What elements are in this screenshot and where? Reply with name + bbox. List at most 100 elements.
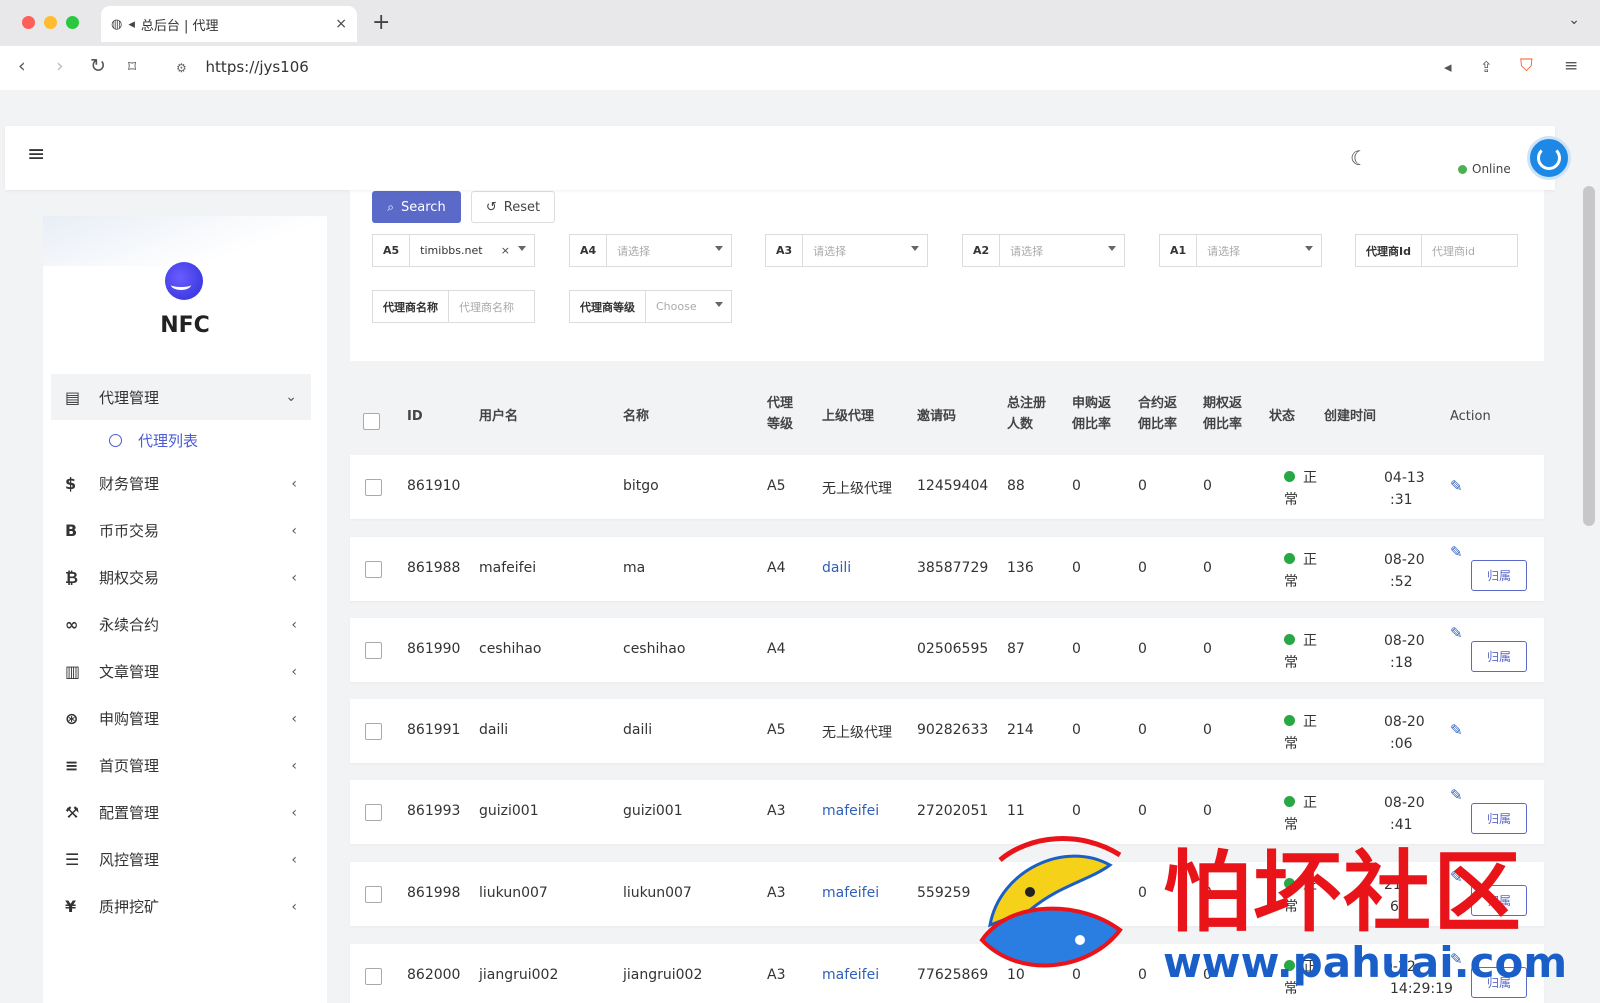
- assign-button[interactable]: 归属: [1471, 803, 1527, 834]
- filter-agent-name-input[interactable]: 代理商名称: [449, 291, 534, 322]
- sidebar-item-1[interactable]: $ 财务管理 ‹: [51, 460, 311, 507]
- maximize-window-button[interactable]: [66, 16, 79, 29]
- col-name[interactable]: 名称: [623, 406, 649, 427]
- cell-parent[interactable]: mafeifei: [822, 885, 879, 901]
- sidebar-item-9[interactable]: ☰ 风控管理 ‹: [51, 836, 311, 883]
- select-all-checkbox[interactable]: [363, 413, 380, 430]
- page-scrollbar[interactable]: [1583, 186, 1595, 526]
- cell-parent[interactable]: mafeifei: [822, 967, 879, 983]
- caret-down-icon[interactable]: [1305, 246, 1313, 251]
- col-level[interactable]: 代理 等级: [767, 393, 793, 435]
- back-icon[interactable]: ‹: [18, 55, 26, 77]
- forward-icon[interactable]: ›: [56, 55, 64, 77]
- assign-button[interactable]: 归属: [1471, 641, 1527, 672]
- menu-icon[interactable]: ≡: [1564, 56, 1578, 76]
- site-settings-icon[interactable]: ⚙: [176, 61, 187, 75]
- caret-down-icon[interactable]: [715, 246, 723, 251]
- sidebar-item-4[interactable]: ∞ 永续合约 ‹: [51, 601, 311, 648]
- filter-agent-level[interactable]: 代理商等级 Choose: [569, 290, 732, 323]
- close-window-button[interactable]: [22, 16, 35, 29]
- filter-a4[interactable]: A4 请选择: [569, 234, 732, 267]
- brand-name: NFC: [160, 313, 210, 338]
- row-checkbox[interactable]: [365, 642, 382, 659]
- status-text-2: 常: [1284, 817, 1298, 833]
- new-tab-button[interactable]: +: [372, 10, 390, 35]
- col-created[interactable]: 创建时间: [1324, 406, 1376, 427]
- row-checkbox[interactable]: [365, 561, 382, 578]
- edit-icon[interactable]: ✎: [1450, 477, 1463, 495]
- status-text-1: 正: [1303, 470, 1317, 486]
- muted-speaker-icon[interactable]: ◂: [128, 17, 135, 32]
- row-checkbox[interactable]: [365, 804, 382, 821]
- row-checkbox[interactable]: [365, 886, 382, 903]
- filter-agent-id[interactable]: 代理商Id 代理商id: [1355, 234, 1518, 267]
- row-checkbox[interactable]: [365, 723, 382, 740]
- col-status[interactable]: 状态: [1269, 406, 1295, 427]
- sidebar-item-label: 期权交易: [99, 569, 160, 587]
- hamburger-icon[interactable]: ≡: [27, 142, 45, 167]
- sidebar-item-8[interactable]: ⚒ 配置管理 ‹: [51, 789, 311, 836]
- address-bar[interactable]: ⚙ https://jys106: [176, 58, 309, 76]
- caret-down-icon[interactable]: [1108, 246, 1116, 251]
- share-icon[interactable]: ⇪: [1480, 58, 1493, 76]
- sidebar-item-6[interactable]: ⊛ 申购管理 ‹: [51, 695, 311, 742]
- filter-a2-placeholder: 请选择: [1010, 244, 1044, 258]
- col-id[interactable]: ID: [407, 406, 423, 427]
- sidebar-item-7[interactable]: ≡ 首页管理 ‹: [51, 742, 311, 789]
- col-username[interactable]: 用户名: [479, 406, 518, 427]
- assign-button[interactable]: 归属: [1471, 560, 1527, 591]
- col-subscription-rate[interactable]: 申购返 佣比率: [1072, 393, 1111, 435]
- reset-button[interactable]: ↺ Reset: [471, 191, 555, 223]
- minimize-window-button[interactable]: [44, 16, 57, 29]
- chevron-down-icon[interactable]: ⌄: [1568, 12, 1580, 28]
- cell-parent[interactable]: daili: [822, 560, 851, 576]
- edit-icon[interactable]: ✎: [1450, 721, 1463, 739]
- edit-icon[interactable]: ✎: [1450, 786, 1463, 804]
- filter-agent-name[interactable]: 代理商名称 代理商名称: [372, 290, 535, 323]
- cell-level: A3: [767, 803, 786, 819]
- browser-tab[interactable]: ◍ ◂ 总后台 | 代理 ×: [101, 6, 357, 42]
- sidebar-item-3[interactable]: ₿ 期权交易 ‹: [51, 554, 311, 601]
- cell-username: jiangrui002: [479, 967, 559, 983]
- cell-parent[interactable]: mafeifei: [822, 803, 879, 819]
- filter-a5[interactable]: A5 timibbs.net ×: [372, 234, 535, 267]
- row-checkbox[interactable]: [365, 968, 382, 985]
- bookmark-icon[interactable]: ⌑: [128, 57, 136, 76]
- cell-invite-code: 559259: [917, 885, 971, 901]
- dark-mode-icon[interactable]: ☾: [1350, 146, 1368, 170]
- assign-button[interactable]: 归属: [1471, 967, 1527, 998]
- col-invite[interactable]: 邀请码: [917, 406, 956, 427]
- col-sub-line2: 佣比率: [1072, 417, 1112, 432]
- avatar[interactable]: [1527, 136, 1571, 180]
- assign-button[interactable]: 归属: [1471, 885, 1527, 916]
- edit-icon[interactable]: ✎: [1450, 950, 1463, 968]
- brave-shield-icon[interactable]: ⛉: [1520, 56, 1533, 76]
- edit-icon[interactable]: ✎: [1450, 543, 1463, 561]
- row-checkbox[interactable]: [365, 479, 382, 496]
- filter-agent-id-input[interactable]: 代理商id: [1422, 235, 1517, 266]
- col-parent[interactable]: 上级代理: [822, 406, 874, 427]
- col-contract-rate[interactable]: 合约返 佣比率: [1138, 393, 1177, 435]
- caret-down-icon[interactable]: [715, 302, 723, 307]
- filter-a3[interactable]: A3 请选择: [765, 234, 928, 267]
- sidebar-item-2[interactable]: B 币币交易 ‹: [51, 507, 311, 554]
- caret-down-icon[interactable]: [911, 246, 919, 251]
- col-option-rate[interactable]: 期权返 佣比率: [1203, 393, 1242, 435]
- sidebar-item-10[interactable]: ¥ 质押挖矿 ‹: [51, 883, 311, 930]
- edit-icon[interactable]: ✎: [1450, 624, 1463, 642]
- sidebar-subitem-agent-list[interactable]: 代理列表: [51, 420, 311, 460]
- caret-down-icon[interactable]: [518, 246, 526, 251]
- translate-icon[interactable]: ◂: [1444, 58, 1452, 76]
- edit-icon[interactable]: ✎: [1450, 868, 1463, 886]
- filter-a2[interactable]: A2 请选择: [962, 234, 1125, 267]
- close-tab-button[interactable]: ×: [335, 16, 347, 32]
- clear-icon[interactable]: ×: [501, 244, 510, 257]
- cell-level: A3: [767, 885, 786, 901]
- sidebar-item-5[interactable]: ▥ 文章管理 ‹: [51, 648, 311, 695]
- col-registrations[interactable]: 总注册 人数: [1007, 393, 1046, 435]
- search-button[interactable]: ⌕ Search: [372, 191, 461, 223]
- filter-a1[interactable]: A1 请选择: [1159, 234, 1322, 267]
- reload-icon[interactable]: ↻: [90, 55, 106, 77]
- sidebar-item-0[interactable]: ▤ 代理管理 ⌄: [51, 374, 311, 420]
- yen-icon: ¥: [65, 897, 77, 916]
